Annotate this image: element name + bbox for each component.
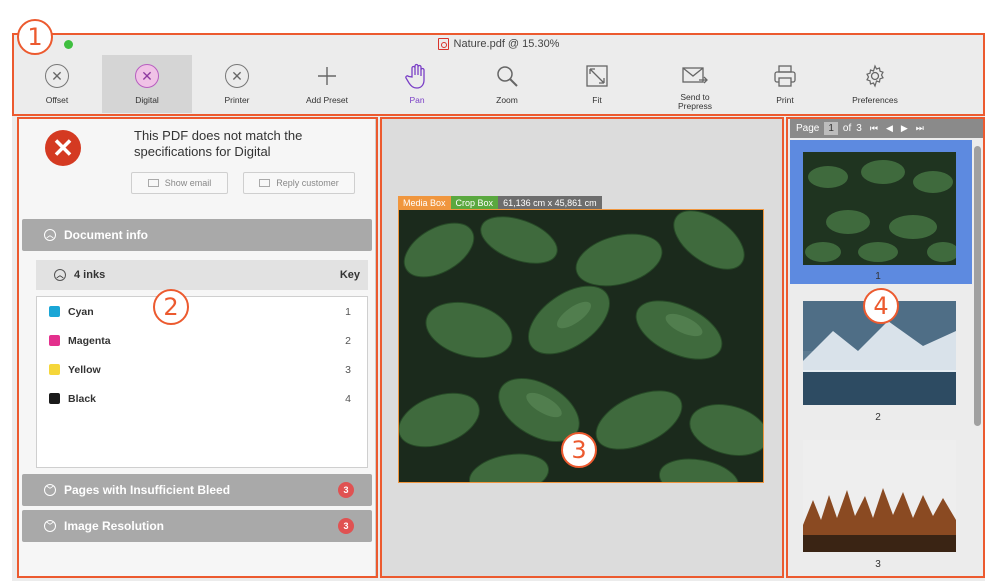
callout-4: 4 — [863, 288, 899, 324]
callout-3: 3 — [561, 432, 597, 468]
region-outline-2 — [17, 117, 378, 578]
region-outline-3 — [380, 117, 784, 578]
callout-2: 2 — [153, 289, 189, 325]
region-outline-1 — [12, 33, 985, 116]
callout-1: 1 — [17, 19, 53, 55]
region-outline-4 — [786, 117, 985, 578]
